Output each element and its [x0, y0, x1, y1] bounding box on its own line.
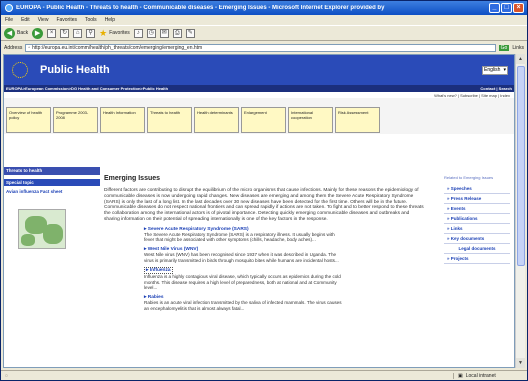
page-icon: ▫ — [28, 44, 31, 51]
tab-risk-assessment[interactable]: Risk Assessment — [335, 107, 380, 133]
page-title: Emerging Issues — [104, 175, 161, 182]
related-events[interactable]: » Events — [444, 204, 510, 214]
list-item: ▸ Influenza Influenza is a highly contag… — [144, 267, 344, 291]
media-icon[interactable]: ♪ — [133, 28, 143, 38]
security-zone: ▣ Local intranet — [453, 373, 523, 379]
minimize-button[interactable]: _ — [489, 3, 500, 13]
maximize-button[interactable]: □ — [501, 3, 512, 13]
back-button[interactable]: ◀ Back — [4, 27, 29, 39]
related-legal-documents[interactable]: Legal documents — [444, 244, 510, 254]
contact-search-links[interactable]: Contact | Search — [480, 86, 512, 91]
address-url: http://europa.eu.int/comm/health/ph_thre… — [32, 44, 203, 51]
breadcrumb-path[interactable]: EUROPA>European Commission>DG Health and… — [6, 86, 168, 91]
nav-strip: Overview of health policy Programme 2003… — [4, 98, 514, 134]
europe-map-image[interactable] — [18, 209, 66, 249]
scroll-up-icon[interactable]: ▲ — [516, 54, 525, 64]
topic-desc-rabies: Rabies is an acute viral infection trans… — [144, 299, 342, 311]
back-label: Back — [17, 30, 29, 36]
language-value: English — [484, 67, 501, 73]
ie-logo-icon — [5, 4, 13, 12]
page-viewport: Public Health English ▾ EUROPA>European … — [3, 54, 515, 368]
intro-paragraph: Different factors are contributing to di… — [104, 188, 424, 222]
menu-edit[interactable]: Edit — [21, 17, 30, 23]
browser-window: EUROPA - Public Health - Threats to heal… — [0, 0, 528, 381]
related-projects[interactable]: » Projects — [444, 254, 510, 264]
list-item: ▸ Severe Acute Respiratory Syndrome (SAR… — [144, 227, 344, 243]
scroll-thumb[interactable] — [517, 66, 525, 266]
intranet-icon: ▣ — [458, 373, 463, 379]
eu-flag-icon — [12, 62, 28, 78]
home-icon[interactable]: ⌂ — [73, 28, 83, 38]
main-content: Emerging Issues Different factors are co… — [104, 175, 429, 311]
tab-programme[interactable]: Programme 2003-2008 — [53, 107, 98, 133]
topic-desc-influenza: Influenza is a highly contagious viral d… — [144, 274, 341, 291]
forward-button[interactable]: ▶ — [32, 27, 44, 39]
related-key-documents[interactable]: » Key documents — [444, 234, 510, 244]
close-button[interactable]: × — [513, 3, 524, 13]
window-title: EUROPA - Public Health - Threats to heal… — [16, 5, 385, 11]
mail-icon[interactable]: ✉ — [159, 28, 169, 38]
print-icon[interactable]: ⎙ — [172, 28, 182, 38]
topic-link-influenza[interactable]: ▸ Influenza — [144, 267, 173, 275]
status-page-icon: ◌ — [5, 373, 8, 379]
tab-threats[interactable]: Threats to health — [147, 107, 192, 133]
stop-icon[interactable]: × — [47, 28, 57, 38]
tab-overview[interactable]: Overview of health policy — [6, 107, 51, 133]
star-icon: ★ — [99, 27, 108, 38]
topic-desc-sars: The Severe Acute Respiratory Syndrome (S… — [144, 231, 335, 243]
scroll-down-icon[interactable]: ▼ — [516, 358, 525, 368]
back-arrow-icon: ◀ — [4, 27, 15, 39]
history-icon[interactable]: ◷ — [146, 28, 156, 38]
menu-bar: File Edit View Favorites Tools Help — [1, 15, 527, 25]
address-input[interactable]: ▫ http://europa.eu.int/comm/health/ph_th… — [25, 43, 496, 52]
left-column: Special topic Avian influenza Fact sheet — [4, 175, 100, 367]
list-item: ▸ West Nile Virus (WNV) West Nile virus … — [144, 247, 344, 263]
tab-international[interactable]: International cooperation — [288, 107, 333, 133]
vertical-scrollbar[interactable]: ▲ ▼ — [515, 54, 525, 368]
related-header: Related to Emerging Issues — [444, 175, 494, 180]
special-topic-header: Special topic — [4, 179, 100, 186]
address-bar: Address ▫ http://europa.eu.int/comm/heal… — [1, 42, 527, 53]
edit-icon[interactable]: ✎ — [185, 28, 195, 38]
related-links[interactable]: » Links — [444, 224, 510, 234]
avian-influenza-link[interactable]: Avian influenza Fact sheet — [4, 186, 64, 195]
favorites-button[interactable]: ★ Favorites — [99, 28, 130, 39]
menu-tools[interactable]: Tools — [85, 17, 97, 23]
tab-health-information[interactable]: Health Information — [100, 107, 145, 133]
status-bar: ◌ ▣ Local intranet — [1, 370, 527, 381]
topic-desc-wnv: West Nile virus (WNV) has been recognise… — [144, 251, 339, 263]
address-label: Address — [4, 44, 23, 51]
section-title[interactable]: Threats to health — [4, 167, 100, 175]
site-header: Public Health English ▾ — [4, 55, 514, 85]
tab-determinants[interactable]: Health determinants — [194, 107, 239, 133]
tab-enlargement[interactable]: Enlargement — [241, 107, 286, 133]
refresh-icon[interactable]: ↻ — [60, 28, 70, 38]
title-bar: EUROPA - Public Health - Threats to heal… — [1, 1, 527, 15]
list-item: ▸ Rabies Rabies is an acute viral infect… — [144, 295, 344, 311]
go-button[interactable]: Go — [498, 44, 510, 51]
favorites-label: Favorites — [109, 30, 130, 36]
toolbar: ◀ Back ▶ × ↻ ⌂ ⚲ ★ Favorites ♪ ◷ ✉ ⎙ ✎ — [1, 25, 527, 41]
related-sidebar: Related to Emerging Issues » Speeches » … — [444, 175, 510, 264]
menu-help[interactable]: Help — [105, 17, 115, 23]
menu-view[interactable]: View — [38, 17, 49, 23]
language-select[interactable]: English ▾ — [482, 65, 508, 75]
breadcrumb: EUROPA>European Commission>DG Health and… — [4, 85, 514, 92]
zone-label: Local intranet — [465, 373, 496, 379]
search-icon[interactable]: ⚲ — [86, 28, 96, 38]
site-title: Public Health — [40, 64, 110, 76]
related-speeches[interactable]: » Speeches — [444, 184, 510, 194]
links-label[interactable]: Links — [512, 45, 524, 51]
menu-file[interactable]: File — [5, 17, 13, 23]
related-publications[interactable]: » Publications — [444, 214, 510, 224]
chevron-down-icon: ▾ — [503, 67, 506, 73]
related-press-release[interactable]: » Press Release — [444, 194, 510, 204]
menu-favorites[interactable]: Favorites — [56, 17, 77, 23]
